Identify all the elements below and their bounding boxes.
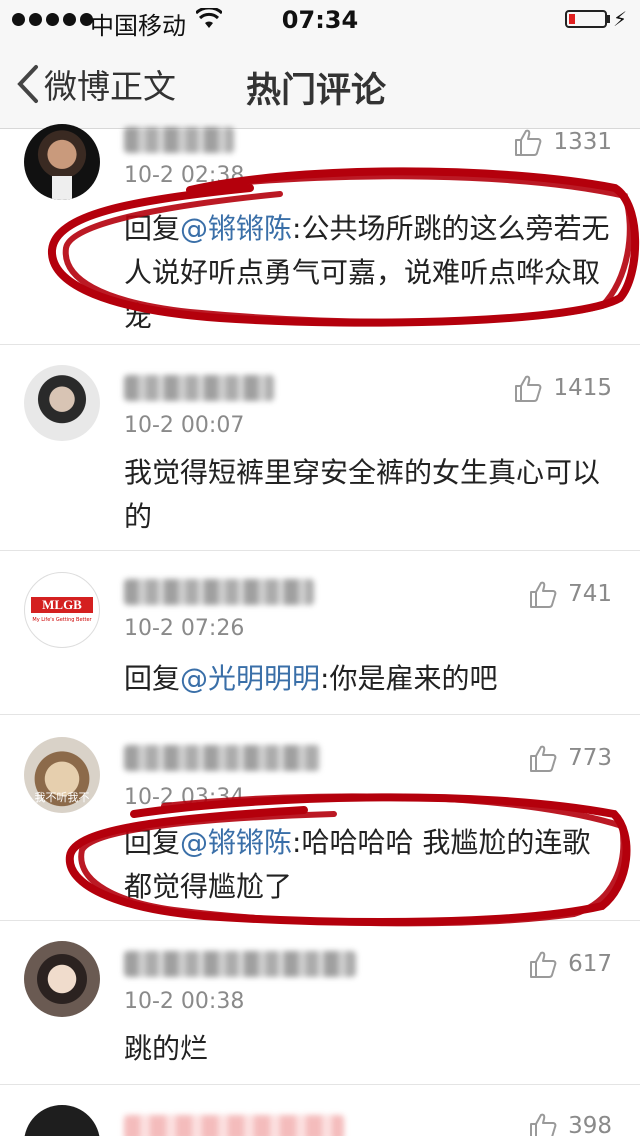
avatar-logo-subtext: My Life's Getting Better: [32, 617, 92, 623]
comment-time: 10-2 02:38: [124, 163, 245, 188]
comment-text: 跳的烂: [124, 1027, 618, 1071]
mention-link[interactable]: @光明明明: [180, 662, 320, 695]
avatar-caption: 我不听我不: [34, 791, 90, 804]
comment-body: 我觉得短裤里穿安全裤的女生真心可以的: [124, 456, 601, 533]
like-count: 617: [568, 951, 612, 977]
comment-time: 10-2 00:07: [124, 413, 245, 438]
reply-prefix: 回复: [124, 826, 181, 859]
thumbs-up-icon: [530, 745, 557, 772]
status-time: 07:34: [281, 6, 359, 34]
user-name-blurred[interactable]: [124, 1115, 344, 1136]
like-button[interactable]: 1415: [513, 373, 612, 403]
comment-body: 跳的烂: [124, 1032, 209, 1065]
thumbs-up-icon: [515, 375, 542, 402]
mention-link[interactable]: @锵锵陈: [180, 826, 292, 859]
like-count: 773: [568, 745, 612, 771]
like-count: 398: [568, 1113, 612, 1136]
battery-tip: [607, 15, 610, 23]
thumbs-up-icon: [515, 129, 542, 156]
avatar[interactable]: MLGB My Life's Getting Better: [24, 572, 100, 648]
avatar[interactable]: [24, 941, 100, 1017]
reply-prefix: 回复: [124, 212, 181, 245]
user-name-blurred[interactable]: [124, 951, 356, 977]
thumbs-up-icon: [530, 1113, 557, 1136]
user-name-blurred[interactable]: [124, 375, 274, 401]
avatar[interactable]: [24, 1105, 100, 1136]
user-name-blurred[interactable]: [124, 579, 314, 605]
nav-bar: 微博正文 热门评论: [0, 40, 640, 129]
comment-text: 我觉得短裤里穿安全裤的女生真心可以的: [124, 451, 618, 539]
comment-body: :你是雇来的吧: [320, 662, 498, 695]
charging-bolt-icon: ⚡: [613, 7, 628, 31]
comment-time: 10-2 07:26: [124, 616, 245, 641]
comment-item: MLGB My Life's Getting Better 10-2 07:26…: [0, 551, 640, 714]
avatar[interactable]: [24, 365, 100, 441]
comment-text: 回复@光明明明:你是雇来的吧: [124, 657, 618, 701]
thumbs-up-icon: [530, 951, 557, 978]
reply-prefix: 回复: [124, 662, 181, 695]
page-title: 热门评论: [246, 71, 387, 111]
comment-item: 10-2 00:38 617 跳的烂: [0, 921, 640, 1084]
like-button[interactable]: 773: [528, 743, 612, 773]
user-name-blurred[interactable]: [124, 127, 234, 153]
like-button[interactable]: 1331: [513, 127, 612, 157]
comment-time: 10-2 00:38: [124, 989, 245, 1014]
chevron-left-icon: [17, 65, 38, 103]
like-button[interactable]: 398: [528, 1111, 612, 1136]
comment-item: 10-2 02:38 1331 回复@锵锵陈:公共场所跳的这么旁若无人说好听点勇…: [0, 124, 640, 344]
comment-text: 回复@锵锵陈:哈哈哈哈 我尴尬的连歌都觉得尴尬了: [124, 821, 618, 909]
comment-time: 10-2 03:34: [124, 785, 245, 810]
user-name-blurred[interactable]: [124, 745, 320, 771]
back-label: 微博正文: [44, 67, 176, 106]
comment-item: 398: [0, 1085, 640, 1136]
comment-text: 回复@锵锵陈:公共场所跳的这么旁若无人说好听点勇气可嘉，说难听点哗众取宠: [124, 207, 618, 339]
like-count: 741: [568, 581, 612, 607]
like-count: 1415: [553, 375, 612, 401]
mention-link[interactable]: @锵锵陈: [180, 212, 292, 245]
comment-item: 10-2 00:07 1415 我觉得短裤里穿安全裤的女生真心可以的: [0, 345, 640, 550]
status-bar: 中国移动 07:34 ⚡: [0, 0, 640, 40]
comment-item: 我不听我不 10-2 03:34 773 回复@锵锵陈:哈哈哈哈 我尴尬的连歌都…: [0, 715, 640, 920]
like-count: 1331: [553, 129, 612, 155]
avatar[interactable]: 我不听我不: [24, 737, 100, 813]
battery-icon: [565, 10, 607, 28]
like-button[interactable]: 741: [528, 579, 612, 609]
back-button[interactable]: 微博正文: [16, 62, 176, 106]
avatar-logo-text: MLGB: [31, 597, 93, 613]
thumbs-up-icon: [530, 581, 557, 608]
avatar[interactable]: [24, 124, 100, 200]
like-button[interactable]: 617: [528, 949, 612, 979]
